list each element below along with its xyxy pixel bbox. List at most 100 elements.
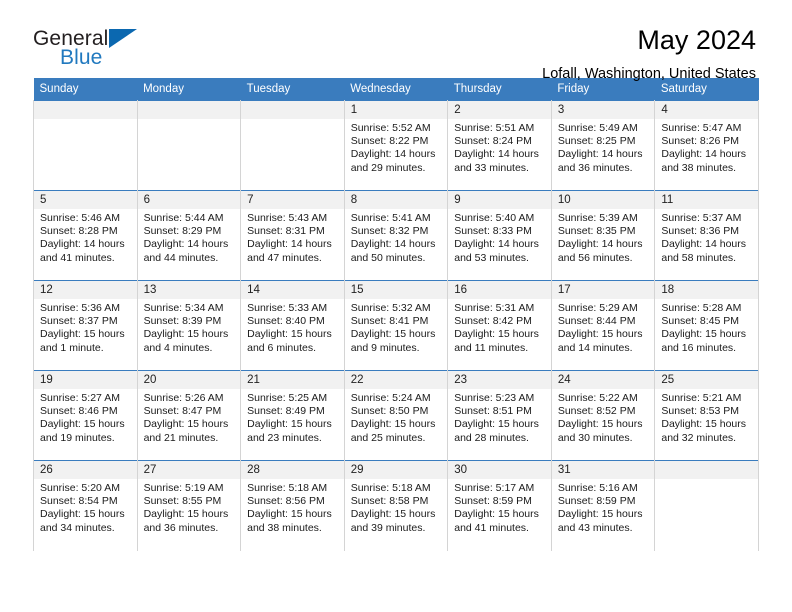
day-details: Sunrise: 5:33 AM Sunset: 8:40 PM Dayligh… bbox=[241, 299, 344, 355]
sunset-text: Sunset: 8:59 PM bbox=[454, 495, 532, 508]
day-number: 26 bbox=[34, 461, 137, 479]
day-cell[interactable] bbox=[136, 100, 242, 191]
day-details: Sunrise: 5:39 AM Sunset: 8:35 PM Dayligh… bbox=[552, 209, 655, 265]
day-cell[interactable]: 15 Sunrise: 5:32 AM Sunset: 8:41 PM Dayl… bbox=[343, 280, 449, 371]
day-cell[interactable]: 22 Sunrise: 5:24 AM Sunset: 8:50 PM Dayl… bbox=[343, 370, 449, 461]
day-cell[interactable]: 3 Sunrise: 5:49 AM Sunset: 8:25 PM Dayli… bbox=[550, 100, 656, 191]
sunset-text: Sunset: 8:55 PM bbox=[143, 495, 222, 508]
sunrise-text: Sunrise: 5:34 AM bbox=[143, 302, 224, 314]
daylight-text-line2: and 38 minutes. bbox=[661, 161, 737, 174]
day-cell[interactable]: 20 Sunrise: 5:26 AM Sunset: 8:47 PM Dayl… bbox=[136, 370, 242, 461]
sunset-text: Sunset: 8:31 PM bbox=[247, 225, 325, 238]
day-cell[interactable]: 4 Sunrise: 5:47 AM Sunset: 8:26 PM Dayli… bbox=[654, 100, 759, 191]
sunset-text: Sunset: 8:42 PM bbox=[454, 315, 532, 328]
general-blue-logo[interactable]: General Blue bbox=[33, 26, 153, 74]
day-cell[interactable]: 5 Sunrise: 5:46 AM Sunset: 8:28 PM Dayli… bbox=[33, 190, 138, 281]
sunrise-text: Sunrise: 5:18 AM bbox=[350, 482, 431, 494]
month-calendar: Sunday Monday Tuesday Wednesday Thursday… bbox=[33, 78, 759, 551]
day-number: 25 bbox=[655, 371, 758, 389]
sunrise-text: Sunrise: 5:44 AM bbox=[143, 212, 224, 224]
sunset-text: Sunset: 8:58 PM bbox=[350, 495, 429, 508]
daylight-text-line1: Daylight: 14 hours bbox=[454, 238, 539, 251]
day-number: 5 bbox=[34, 191, 137, 209]
day-cell[interactable]: 26 Sunrise: 5:20 AM Sunset: 8:54 PM Dayl… bbox=[33, 460, 138, 551]
day-cell[interactable] bbox=[654, 460, 759, 551]
day-cell[interactable]: 11 Sunrise: 5:37 AM Sunset: 8:36 PM Dayl… bbox=[654, 190, 759, 281]
day-number: 19 bbox=[34, 371, 137, 389]
day-cell[interactable]: 8 Sunrise: 5:41 AM Sunset: 8:32 PM Dayli… bbox=[343, 190, 449, 281]
day-cell[interactable]: 14 Sunrise: 5:33 AM Sunset: 8:40 PM Dayl… bbox=[240, 280, 345, 371]
daylight-text-line2: and 47 minutes. bbox=[247, 251, 322, 264]
day-cell[interactable]: 21 Sunrise: 5:25 AM Sunset: 8:49 PM Dayl… bbox=[240, 370, 345, 461]
day-cell[interactable]: 12 Sunrise: 5:36 AM Sunset: 8:37 PM Dayl… bbox=[33, 280, 138, 371]
day-cell[interactable] bbox=[33, 100, 138, 191]
day-number: 12 bbox=[34, 281, 137, 299]
day-cell[interactable]: 6 Sunrise: 5:44 AM Sunset: 8:29 PM Dayli… bbox=[136, 190, 242, 281]
sunrise-text: Sunrise: 5:27 AM bbox=[40, 392, 120, 404]
daylight-text-line1: Daylight: 15 hours bbox=[557, 418, 643, 431]
week-row: 5 Sunrise: 5:46 AM Sunset: 8:28 PM Dayli… bbox=[33, 190, 759, 281]
sunrise-text: Sunrise: 5:36 AM bbox=[40, 302, 120, 314]
day-cell[interactable]: 25 Sunrise: 5:21 AM Sunset: 8:53 PM Dayl… bbox=[654, 370, 759, 461]
day-cell[interactable]: 2 Sunrise: 5:51 AM Sunset: 8:24 PM Dayli… bbox=[447, 100, 552, 191]
day-cell[interactable]: 17 Sunrise: 5:29 AM Sunset: 8:44 PM Dayl… bbox=[550, 280, 656, 371]
day-cell[interactable]: 31 Sunrise: 5:16 AM Sunset: 8:59 PM Dayl… bbox=[550, 460, 656, 551]
day-cell[interactable] bbox=[240, 100, 345, 191]
day-details: Sunrise: 5:28 AM Sunset: 8:45 PM Dayligh… bbox=[655, 299, 758, 355]
day-number: 21 bbox=[241, 371, 344, 389]
title-block: May 2024 Lofall, Washington, United Stat… bbox=[542, 25, 756, 83]
daylight-text-line2: and 11 minutes. bbox=[454, 341, 529, 354]
day-number: 31 bbox=[551, 461, 655, 479]
sunset-text: Sunset: 8:49 PM bbox=[247, 405, 325, 418]
daylight-text-line1: Daylight: 14 hours bbox=[350, 148, 436, 161]
day-cell[interactable]: 16 Sunrise: 5:31 AM Sunset: 8:42 PM Dayl… bbox=[447, 280, 552, 371]
day-cell[interactable]: 13 Sunrise: 5:34 AM Sunset: 8:39 PM Dayl… bbox=[136, 280, 242, 371]
day-details: Sunrise: 5:52 AM Sunset: 8:22 PM Dayligh… bbox=[345, 119, 448, 175]
daylight-text-line1: Daylight: 15 hours bbox=[40, 328, 125, 341]
day-cell[interactable]: 24 Sunrise: 5:22 AM Sunset: 8:52 PM Dayl… bbox=[550, 370, 656, 461]
day-number bbox=[241, 101, 344, 119]
weekday-header-tuesday: Tuesday bbox=[240, 78, 345, 101]
sunset-text: Sunset: 8:35 PM bbox=[557, 225, 636, 238]
day-details: Sunrise: 5:44 AM Sunset: 8:29 PM Dayligh… bbox=[138, 209, 241, 265]
daylight-text-line1: Daylight: 15 hours bbox=[661, 328, 747, 341]
day-cell[interactable]: 23 Sunrise: 5:23 AM Sunset: 8:51 PM Dayl… bbox=[447, 370, 552, 461]
day-cell[interactable]: 1 Sunrise: 5:52 AM Sunset: 8:22 PM Dayli… bbox=[343, 100, 449, 191]
day-number: 14 bbox=[241, 281, 344, 299]
weekday-header-monday: Monday bbox=[137, 78, 241, 101]
sunrise-text: Sunrise: 5:32 AM bbox=[350, 302, 431, 314]
day-number: 20 bbox=[137, 371, 241, 389]
daylight-text-line1: Daylight: 15 hours bbox=[247, 328, 332, 341]
daylight-text-line1: Daylight: 14 hours bbox=[247, 238, 332, 251]
sunrise-text: Sunrise: 5:52 AM bbox=[350, 122, 431, 134]
daylight-text-line2: and 1 minute. bbox=[40, 341, 104, 354]
sunset-text: Sunset: 8:28 PM bbox=[40, 225, 118, 238]
day-cell[interactable]: 9 Sunrise: 5:40 AM Sunset: 8:33 PM Dayli… bbox=[447, 190, 552, 281]
day-cell[interactable]: 30 Sunrise: 5:17 AM Sunset: 8:59 PM Dayl… bbox=[447, 460, 552, 551]
daylight-text-line1: Daylight: 15 hours bbox=[143, 418, 229, 431]
sunrise-text: Sunrise: 5:28 AM bbox=[661, 302, 742, 314]
daylight-text-line2: and 38 minutes. bbox=[247, 521, 322, 534]
daylight-text-line2: and 41 minutes. bbox=[40, 251, 115, 264]
day-details: Sunrise: 5:20 AM Sunset: 8:54 PM Dayligh… bbox=[34, 479, 137, 535]
day-cell[interactable]: 10 Sunrise: 5:39 AM Sunset: 8:35 PM Dayl… bbox=[550, 190, 656, 281]
day-number: 3 bbox=[551, 101, 655, 119]
sunrise-text: Sunrise: 5:51 AM bbox=[454, 122, 535, 134]
day-number: 18 bbox=[655, 281, 758, 299]
day-details: Sunrise: 5:51 AM Sunset: 8:24 PM Dayligh… bbox=[448, 119, 551, 175]
day-cell[interactable]: 27 Sunrise: 5:19 AM Sunset: 8:55 PM Dayl… bbox=[136, 460, 242, 551]
sunrise-text: Sunrise: 5:23 AM bbox=[454, 392, 535, 404]
day-cell[interactable]: 29 Sunrise: 5:18 AM Sunset: 8:58 PM Dayl… bbox=[343, 460, 449, 551]
sunrise-text: Sunrise: 5:26 AM bbox=[143, 392, 224, 404]
daylight-text-line1: Daylight: 14 hours bbox=[661, 148, 747, 161]
sunrise-text: Sunrise: 5:16 AM bbox=[557, 482, 638, 494]
sunset-text: Sunset: 8:24 PM bbox=[454, 135, 532, 148]
sunset-text: Sunset: 8:50 PM bbox=[350, 405, 429, 418]
day-cell[interactable]: 7 Sunrise: 5:43 AM Sunset: 8:31 PM Dayli… bbox=[240, 190, 345, 281]
day-cell[interactable]: 28 Sunrise: 5:18 AM Sunset: 8:56 PM Dayl… bbox=[240, 460, 345, 551]
daylight-text-line1: Daylight: 15 hours bbox=[40, 418, 125, 431]
day-cell[interactable]: 18 Sunrise: 5:28 AM Sunset: 8:45 PM Dayl… bbox=[654, 280, 759, 371]
day-cell[interactable]: 19 Sunrise: 5:27 AM Sunset: 8:46 PM Dayl… bbox=[33, 370, 138, 461]
daylight-text-line2: and 39 minutes. bbox=[350, 521, 426, 534]
daylight-text-line1: Daylight: 15 hours bbox=[143, 508, 229, 521]
